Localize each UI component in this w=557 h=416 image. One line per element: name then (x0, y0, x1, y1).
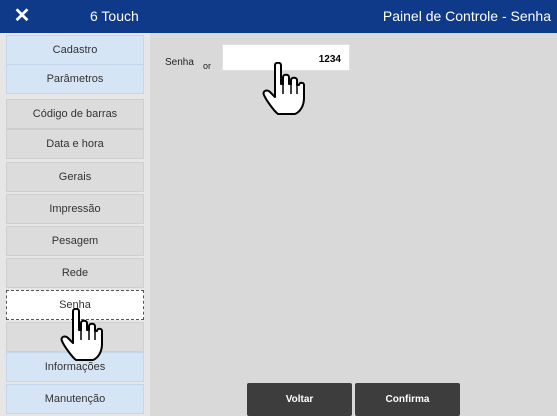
sidebar-item-label: Data e hora (46, 138, 104, 150)
sidebar-item-pesagem[interactable]: Pesagem (6, 226, 144, 256)
sidebar-item-label: Cadastro (52, 44, 98, 56)
password-label-fragment: or (203, 61, 212, 71)
sidebar-item-label: Manutenção (44, 393, 106, 405)
sidebar-item-impressao[interactable]: Impressão (6, 194, 144, 224)
main-panel (150, 33, 557, 416)
sidebar-item-codigo-de-barras[interactable]: Código de barras (6, 99, 144, 129)
sidebar-item-label: Parâmetros (46, 73, 104, 85)
sidebar-item-parametros[interactable]: Parâmetros (6, 64, 144, 94)
sidebar-item-label: Código de barras (32, 108, 118, 120)
back-button[interactable]: Voltar (247, 383, 352, 416)
sidebar-item-label: Impressão (49, 203, 101, 215)
hand-cursor-icon (262, 62, 305, 115)
sidebar-item-gerais[interactable]: Gerais (6, 162, 144, 192)
hand-cursor-icon (60, 308, 103, 361)
sidebar-item-label: Gerais (58, 171, 92, 183)
page-title: Painel de Controle - Senha (382, 8, 551, 24)
app-name: 6 Touch (90, 8, 139, 24)
close-icon[interactable]: ✕ (12, 6, 32, 26)
sidebar-item-manutencao[interactable]: Manutenção (6, 384, 144, 414)
password-label: Senha (165, 57, 194, 68)
sidebar-item-label: Pesagem (51, 235, 99, 247)
sidebar-item-rede[interactable]: Rede (6, 258, 144, 288)
sidebar-item-label: Rede (61, 267, 89, 279)
title-bar: ✕ 6 Touch Painel de Controle - Senha (0, 0, 557, 33)
sidebar-item-cadastro[interactable]: Cadastro (6, 35, 144, 65)
confirm-button[interactable]: Confirma (355, 383, 460, 416)
sidebar-item-data-e-hora[interactable]: Data e hora (6, 129, 144, 159)
